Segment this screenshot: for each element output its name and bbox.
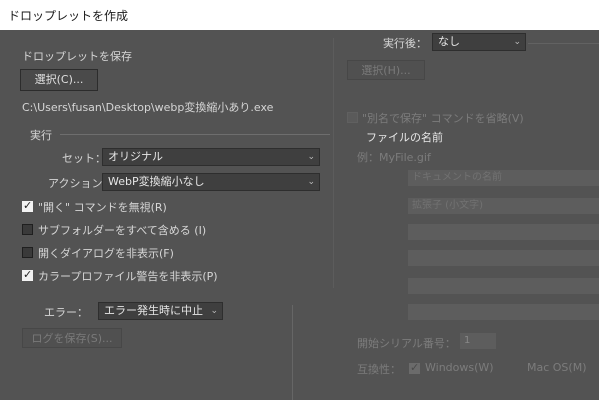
destination-label: 実行後：: [383, 37, 427, 50]
ignore-open-label: "開く" コマンドを無視(R): [38, 201, 167, 214]
suppress-color-warning-label: カラープロファイル警告を非表示(P): [38, 270, 218, 283]
include-subfolders-checkbox[interactable]: [22, 224, 33, 235]
compat-windows-checkbox[interactable]: [409, 361, 420, 374]
ignore-open-checkbox[interactable]: [22, 199, 33, 212]
override-save-as-label: "別名で保存" コマンドを省略(V): [362, 112, 524, 125]
compat-windows-label: Windows(W): [425, 361, 494, 374]
column-divider: [333, 38, 334, 288]
chevron-down-icon: ⌄: [307, 152, 315, 162]
destination-divider: [528, 43, 599, 44]
set-select[interactable]: オリジナル ⌄: [102, 148, 320, 166]
chevron-down-icon: ⌄: [307, 177, 315, 187]
set-select-value: オリジナル: [108, 150, 163, 163]
file-naming-label: ファイルの名前: [366, 131, 443, 144]
serial-input[interactable]: 1: [460, 333, 496, 349]
error-group-border: [292, 305, 293, 400]
error-label: エラー：: [44, 306, 88, 319]
dialog-body: ドロップレットを保存 選択(C)... C:\Users\fusan\Deskt…: [0, 30, 599, 400]
error-select[interactable]: エラー発生時に中止 ⌄: [98, 302, 223, 320]
destination-select[interactable]: なし ⌄: [432, 33, 526, 51]
naming-field-1[interactable]: ドキュメントの名前: [408, 170, 599, 186]
action-select[interactable]: WebP変換縮小なし ⌄: [102, 173, 320, 191]
include-subfolders-label: サブフォルダーをすべて含める (I): [38, 224, 207, 237]
naming-field-2[interactable]: 拡張子 (小文字): [408, 198, 599, 214]
chevron-down-icon: ⌄: [513, 37, 521, 47]
save-log-button[interactable]: ログを保存(S)...: [22, 328, 122, 348]
choose-droplet-button[interactable]: 選択(C)...: [20, 69, 98, 91]
suppress-open-dialog-label: 開くダイアログを非表示(F): [38, 247, 174, 260]
naming-field-3[interactable]: [408, 224, 599, 240]
file-naming-example: 例：MyFile.gif: [357, 151, 431, 164]
error-select-value: エラー発生時に中止: [104, 304, 203, 317]
play-divider: [60, 134, 330, 135]
title-bar: ドロップレットを作成: [0, 0, 599, 30]
destination-select-value: なし: [438, 35, 460, 48]
action-select-value: WebP変換縮小なし: [108, 175, 205, 188]
naming-field-6[interactable]: [408, 304, 599, 320]
set-label: セット：: [62, 152, 106, 165]
compat-label: 互換性：: [357, 363, 401, 376]
serial-label: 開始シリアル番号：: [357, 337, 456, 350]
override-save-as-checkbox[interactable]: [347, 112, 358, 123]
naming-field-4[interactable]: [408, 250, 599, 266]
droplet-path: C:\Users\fusan\Desktop\webp変換縮小あり.exe: [22, 101, 274, 114]
choose-destination-button[interactable]: 選択(H)...: [347, 60, 425, 80]
chevron-down-icon: ⌄: [210, 306, 218, 316]
save-section-label: ドロップレットを保存: [22, 50, 132, 63]
play-section-label: 実行: [30, 129, 52, 142]
window-title: ドロップレットを作成: [8, 9, 129, 23]
naming-field-5[interactable]: [408, 278, 599, 294]
compat-mac-label: Mac OS(M): [527, 361, 587, 374]
suppress-color-warning-checkbox[interactable]: [22, 268, 33, 281]
suppress-open-dialog-checkbox[interactable]: [22, 247, 33, 258]
